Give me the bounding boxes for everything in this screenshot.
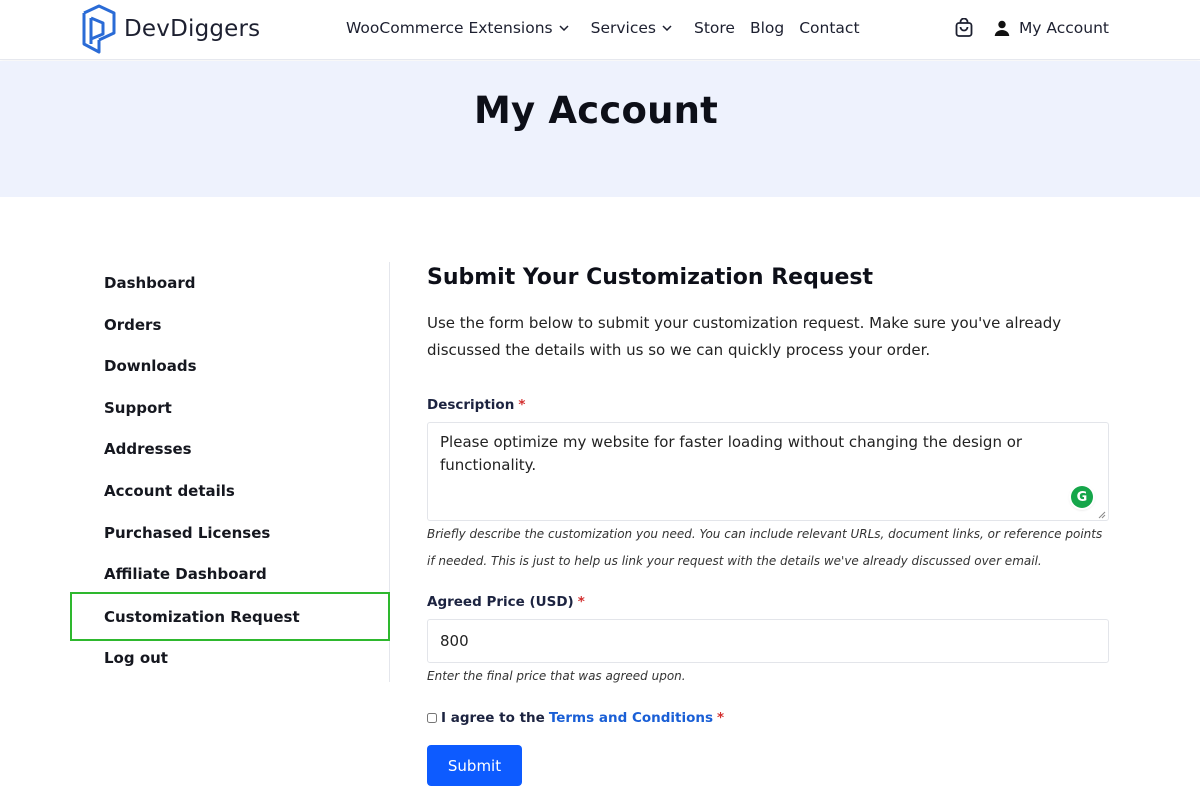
price-help: Enter the final price that was agreed up… bbox=[427, 669, 686, 683]
nav-label: WooCommerce Extensions bbox=[346, 19, 553, 37]
terms-agreement: I agree to the Terms and Conditions * bbox=[427, 710, 724, 726]
description-label-text: Description bbox=[427, 397, 515, 413]
account-sidebar: Dashboard Orders Downloads Support Addre… bbox=[70, 262, 390, 682]
price-label: Agreed Price (USD) * bbox=[427, 594, 585, 610]
main-nav: WooCommerce Extensions Services Store Bl… bbox=[346, 0, 860, 56]
description-help: Briefly describe the customization you n… bbox=[427, 527, 1103, 568]
user-icon bbox=[994, 20, 1010, 36]
description-textarea[interactable]: Please optimize my website for faster lo… bbox=[427, 422, 1109, 521]
required-mark: * bbox=[577, 594, 585, 610]
required-mark: * bbox=[717, 710, 725, 726]
sidebar-item-addresses[interactable]: Addresses bbox=[70, 428, 388, 470]
description-label: Description * bbox=[427, 397, 525, 413]
sidebar-item-downloads[interactable]: Downloads bbox=[70, 345, 388, 387]
header-actions: My Account bbox=[954, 0, 1109, 56]
sidebar-item-affiliate-dashboard[interactable]: Affiliate Dashboard bbox=[70, 553, 388, 595]
sidebar-item-dashboard[interactable]: Dashboard bbox=[70, 262, 388, 304]
sidebar-item-label: Support bbox=[104, 399, 172, 417]
nav-label: Contact bbox=[799, 19, 860, 37]
sidebar-item-label: Addresses bbox=[104, 440, 192, 458]
sidebar-item-support[interactable]: Support bbox=[70, 387, 388, 429]
form-intro: Use the form below to submit your custom… bbox=[427, 314, 1062, 359]
terms-link[interactable]: Terms and Conditions bbox=[549, 710, 713, 726]
required-mark: * bbox=[518, 397, 526, 413]
grammarly-icon[interactable]: G bbox=[1071, 486, 1093, 508]
nav-label: Services bbox=[590, 19, 656, 37]
sidebar-item-label: Customization Request bbox=[104, 607, 300, 626]
nav-contact[interactable]: Contact bbox=[799, 19, 859, 37]
shopping-bag-icon bbox=[955, 18, 973, 37]
price-label-text: Agreed Price (USD) bbox=[427, 594, 574, 610]
sidebar-item-label: Log out bbox=[104, 649, 168, 667]
nav-blog[interactable]: Blog bbox=[750, 19, 784, 37]
page-hero: My Account bbox=[0, 61, 1200, 197]
sidebar-item-purchased-licenses[interactable]: Purchased Licenses bbox=[70, 512, 388, 554]
nav-services[interactable]: Services bbox=[591, 19, 672, 37]
grammarly-glyph: G bbox=[1076, 489, 1088, 505]
sidebar-item-customization-request[interactable]: Customization Request bbox=[70, 592, 390, 641]
devdiggers-logo-icon bbox=[82, 4, 116, 54]
nav-woocommerce-extensions[interactable]: WooCommerce Extensions bbox=[346, 19, 569, 37]
agreed-price-input[interactable] bbox=[427, 619, 1109, 663]
site-header: DevDiggers WooCommerce Extensions Servic… bbox=[0, 0, 1200, 60]
page-title: My Account bbox=[473, 89, 719, 132]
submit-button[interactable]: Submit bbox=[427, 745, 522, 786]
cart-button[interactable] bbox=[954, 18, 974, 38]
resize-handle-icon[interactable] bbox=[1098, 511, 1106, 519]
sidebar-item-account-details[interactable]: Account details bbox=[70, 470, 388, 512]
sidebar-item-orders[interactable]: Orders bbox=[70, 304, 388, 346]
brand-name: DevDiggers bbox=[124, 16, 261, 42]
my-account-label: My Account bbox=[1018, 19, 1109, 37]
sidebar-item-label: Account details bbox=[104, 482, 235, 500]
sidebar-item-label: Orders bbox=[104, 316, 162, 334]
chevron-down-icon bbox=[662, 25, 672, 31]
sidebar-item-label: Affiliate Dashboard bbox=[104, 565, 267, 583]
my-account-link[interactable]: My Account bbox=[994, 19, 1109, 37]
brand-logo[interactable]: DevDiggers bbox=[80, 3, 260, 55]
nav-label: Blog bbox=[749, 19, 785, 37]
nav-store[interactable]: Store bbox=[694, 19, 735, 37]
sidebar-item-label: Downloads bbox=[104, 357, 197, 375]
sidebar-item-label: Dashboard bbox=[104, 274, 196, 292]
terms-checkbox[interactable] bbox=[427, 713, 437, 723]
sidebar-item-label: Purchased Licenses bbox=[104, 524, 271, 542]
chevron-down-icon bbox=[559, 25, 569, 31]
sidebar-item-log-out[interactable]: Log out bbox=[70, 637, 388, 679]
nav-label: Store bbox=[693, 19, 735, 37]
form-title: Submit Your Customization Request bbox=[427, 265, 874, 290]
agree-text: I agree to the bbox=[441, 710, 545, 726]
